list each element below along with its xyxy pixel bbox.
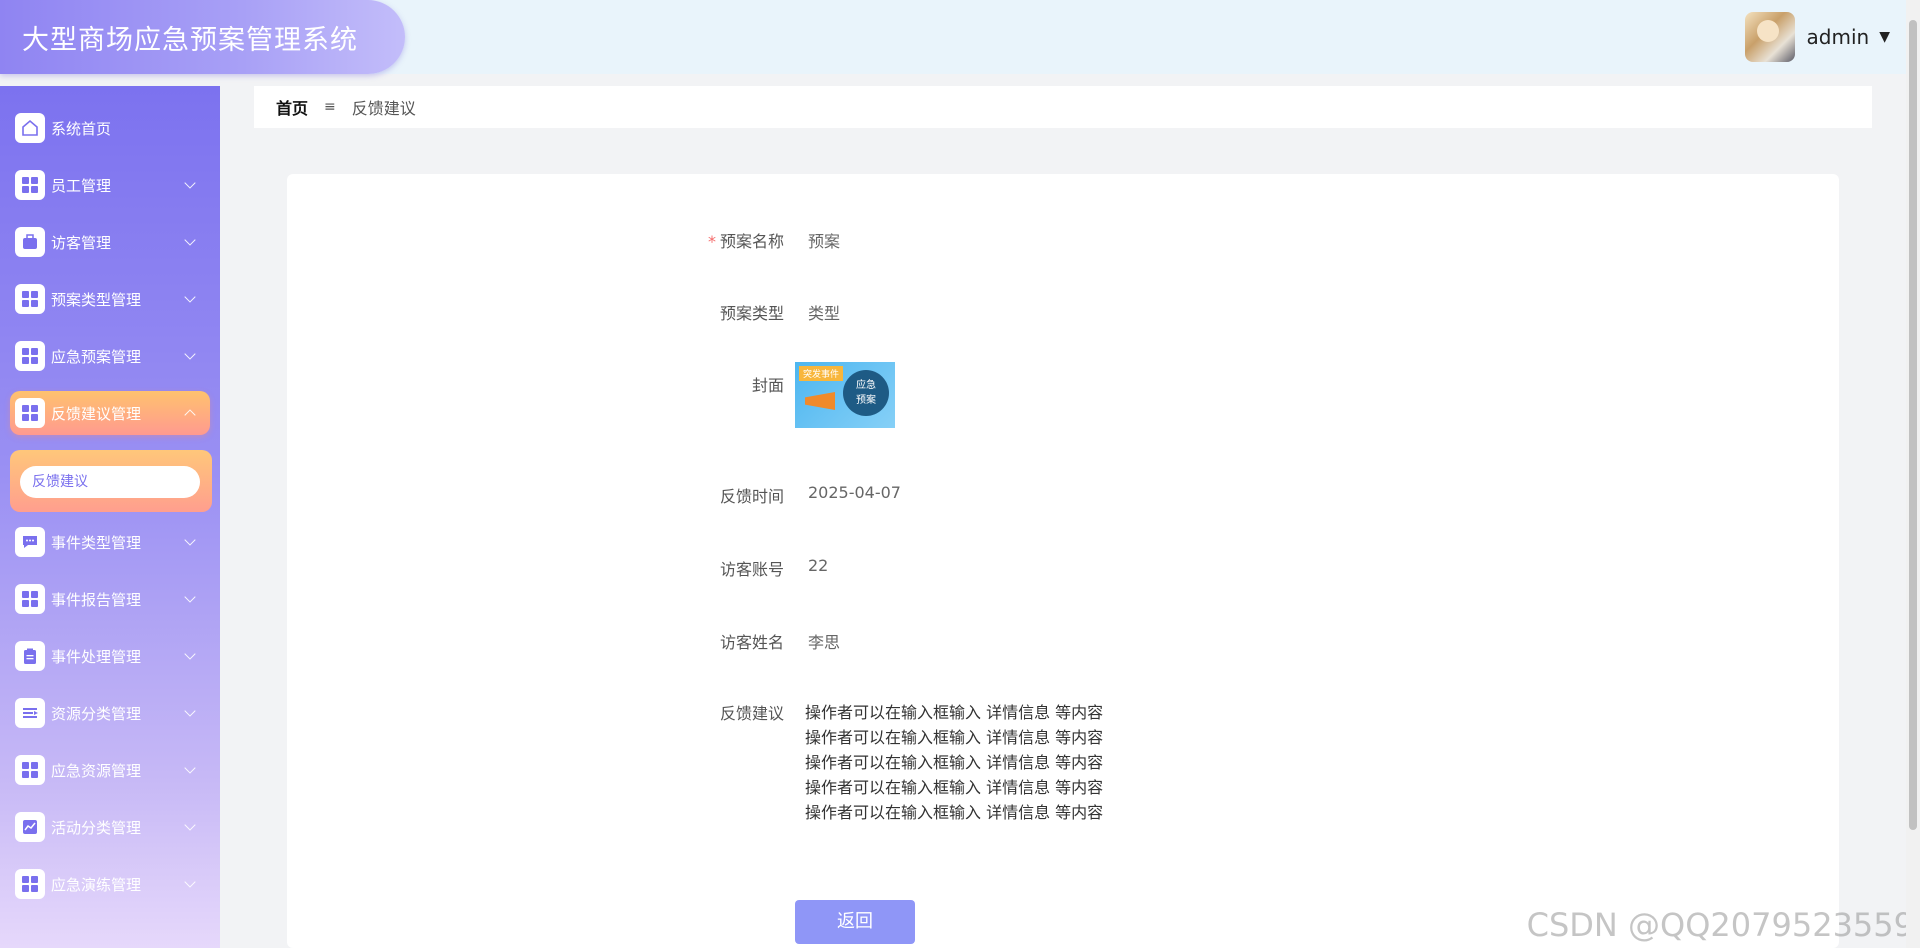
visitor-name-value: 李思 — [808, 633, 841, 652]
chevron-down-icon — [184, 876, 196, 888]
chevron-down-icon — [184, 705, 196, 717]
chevron-down-icon — [184, 177, 196, 189]
plan-type-label: 预案类型 — [719, 304, 784, 323]
grid-icon — [15, 170, 45, 200]
sidebar-item-activity-category[interactable]: 活动分类管理 — [10, 805, 210, 849]
username[interactable]: admin — [1807, 25, 1870, 49]
feedback-line: 操作者可以在输入框输入 详情信息 等内容 — [805, 703, 1104, 722]
app-title: 大型商场应急预案管理系统 — [22, 25, 358, 56]
visitor-name-label: 访客姓名 — [719, 633, 784, 652]
feedback-label: 反馈建议 — [719, 704, 784, 723]
chevron-down-icon — [184, 291, 196, 303]
sidebar-item-label: 反馈建议管理 — [51, 404, 142, 423]
chat-icon — [15, 527, 45, 557]
sidebar-item-label: 事件处理管理 — [51, 647, 142, 666]
sidebar-item-label: 资源分类管理 — [51, 704, 142, 723]
grid-icon — [15, 341, 45, 371]
chevron-down-icon — [184, 534, 196, 546]
chevron-down-icon — [184, 348, 196, 360]
sidebar-item-visitor[interactable]: 访客管理 — [10, 220, 210, 264]
cover-bubble: 应急 预案 — [843, 370, 889, 416]
grid-icon — [15, 869, 45, 899]
cover-label: 封面 — [751, 376, 784, 395]
app-logo: 大型商场应急预案管理系统 — [0, 0, 405, 74]
sidebar-item-label: 活动分类管理 — [51, 818, 142, 837]
scrollbar-thumb[interactable] — [1909, 20, 1917, 830]
submenu: 反馈建议 — [10, 450, 212, 512]
sidebar-item-label: 访客管理 — [51, 233, 112, 252]
sidebar-item-emergency-resource[interactable]: 应急资源管理 — [10, 748, 210, 792]
breadcrumb-home[interactable]: 首页 — [276, 95, 308, 119]
clipboard-icon — [15, 641, 45, 671]
sidebar-item-label: 系统首页 — [51, 119, 112, 138]
feedback-time-value: 2025-04-07 — [808, 483, 901, 502]
briefcase-icon — [15, 227, 45, 257]
feedback-content: 操作者可以在输入框输入 详情信息 等内容 操作者可以在输入框输入 详情信息 等内… — [805, 700, 1103, 825]
chevron-down-icon — [184, 648, 196, 660]
sidebar-item-label: 事件类型管理 — [51, 533, 142, 552]
sidebar-item-label: 应急预案管理 — [51, 347, 142, 366]
chevron-up-icon — [184, 409, 196, 421]
sidebar-item-event-report[interactable]: 事件报告管理 — [10, 577, 210, 621]
sidebar-item-employee[interactable]: 员工管理 — [10, 163, 210, 207]
watermark: CSDN @QQ2079523559 — [1526, 906, 1914, 944]
user-menu[interactable]: admin ▼ — [1744, 10, 1890, 64]
sidebar-item-home[interactable]: 系统首页 — [10, 106, 210, 150]
submenu-item-feedback[interactable]: 反馈建议 — [20, 466, 200, 498]
back-button[interactable]: 返回 — [795, 900, 915, 944]
sidebar: 系统首页 员工管理 访客管理 预案类型管理 应急预案管理 反馈建议管理 反馈建议… — [0, 86, 220, 948]
top-header: 大型商场应急预案管理系统 admin ▼ — [0, 0, 1920, 74]
sidebar-item-label: 预案类型管理 — [51, 290, 142, 309]
plan-name-value: 预案 — [808, 232, 841, 251]
cover-image[interactable]: 突发事件 应急 预案 — [795, 362, 895, 428]
cover-tag: 突发事件 — [799, 366, 844, 381]
breadcrumb: 首页 ≡ 反馈建议 — [254, 86, 1872, 128]
sidebar-item-plan-type[interactable]: 预案类型管理 — [10, 277, 210, 321]
chevron-down-icon — [184, 762, 196, 774]
visitor-account-label: 访客账号 — [719, 560, 784, 579]
sidebar-item-label: 员工管理 — [51, 176, 112, 195]
grid-icon — [15, 398, 45, 428]
sidebar-item-label: 事件报告管理 — [51, 590, 142, 609]
scrollbar[interactable] — [1906, 0, 1920, 948]
avatar[interactable] — [1744, 12, 1795, 62]
feedback-line: 操作者可以在输入框输入 详情信息 等内容 — [805, 728, 1104, 747]
chart-icon — [15, 812, 45, 842]
feedback-line: 操作者可以在输入框输入 详情信息 等内容 — [805, 753, 1104, 772]
feedback-line: 操作者可以在输入框输入 详情信息 等内容 — [805, 778, 1104, 797]
feedback-line: 操作者可以在输入框输入 详情信息 等内容 — [805, 803, 1104, 822]
visitor-account-value: 22 — [808, 556, 829, 575]
sidebar-item-drill[interactable]: 应急演练管理 — [10, 862, 210, 906]
list-icon — [15, 698, 45, 728]
menu-icon: ≡ — [324, 99, 336, 115]
chevron-down-icon — [184, 819, 196, 831]
chevron-down-icon — [184, 234, 196, 246]
grid-icon — [15, 284, 45, 314]
sidebar-item-label: 应急资源管理 — [51, 761, 142, 780]
sidebar-item-emergency-plan[interactable]: 应急预案管理 — [10, 334, 210, 378]
sidebar-item-event-type[interactable]: 事件类型管理 — [10, 520, 210, 564]
feedback-time-label: 反馈时间 — [719, 487, 784, 506]
plan-type-value: 类型 — [808, 304, 841, 323]
grid-icon — [15, 584, 45, 614]
sidebar-item-feedback[interactable]: 反馈建议管理 — [10, 391, 210, 435]
chevron-down-icon — [184, 591, 196, 603]
sidebar-item-event-handling[interactable]: 事件处理管理 — [10, 634, 210, 678]
sidebar-item-resource-category[interactable]: 资源分类管理 — [10, 691, 210, 735]
plan-name-label: * 预案名称 — [707, 232, 784, 251]
breadcrumb-current: 反馈建议 — [351, 99, 416, 118]
sidebar-item-label: 应急演练管理 — [51, 875, 142, 894]
home-icon — [15, 113, 45, 143]
detail-card — [287, 174, 1839, 948]
caret-down-icon[interactable]: ▼ — [1879, 29, 1890, 45]
grid-icon — [15, 755, 45, 785]
megaphone-icon — [805, 392, 835, 410]
